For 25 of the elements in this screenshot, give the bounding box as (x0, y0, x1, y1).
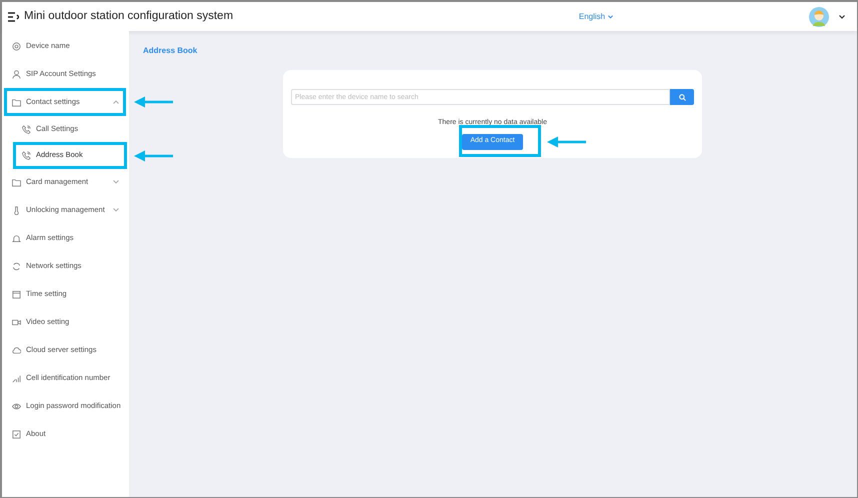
bell-icon (12, 234, 21, 242)
check-square-icon (12, 430, 21, 438)
app-title: Mini outdoor station configuration system (24, 8, 234, 24)
menu-icon[interactable] (8, 12, 19, 22)
chevron-icon (608, 14, 614, 18)
folder-icon (12, 178, 21, 186)
user-icon (12, 70, 21, 78)
caret-icon[interactable] (839, 14, 845, 18)
eye-icon (12, 402, 21, 410)
video-camera-icon (12, 318, 21, 326)
sync-icon (12, 262, 21, 270)
gear-icon (12, 42, 21, 50)
phone-icon (22, 150, 31, 160)
annotation-arrow (547, 136, 587, 148)
folder-icon (12, 98, 21, 106)
annotation-arrow (134, 96, 174, 108)
annotation-arrow (134, 150, 174, 162)
calendar-icon (12, 290, 21, 298)
signal-icon (12, 374, 21, 382)
thermometer-icon (12, 206, 21, 214)
search-icon (678, 94, 686, 100)
cloud-icon (12, 346, 21, 354)
page-title: Address Book (143, 45, 198, 57)
phone-icon (22, 124, 31, 134)
search-button[interactable] (670, 89, 694, 105)
